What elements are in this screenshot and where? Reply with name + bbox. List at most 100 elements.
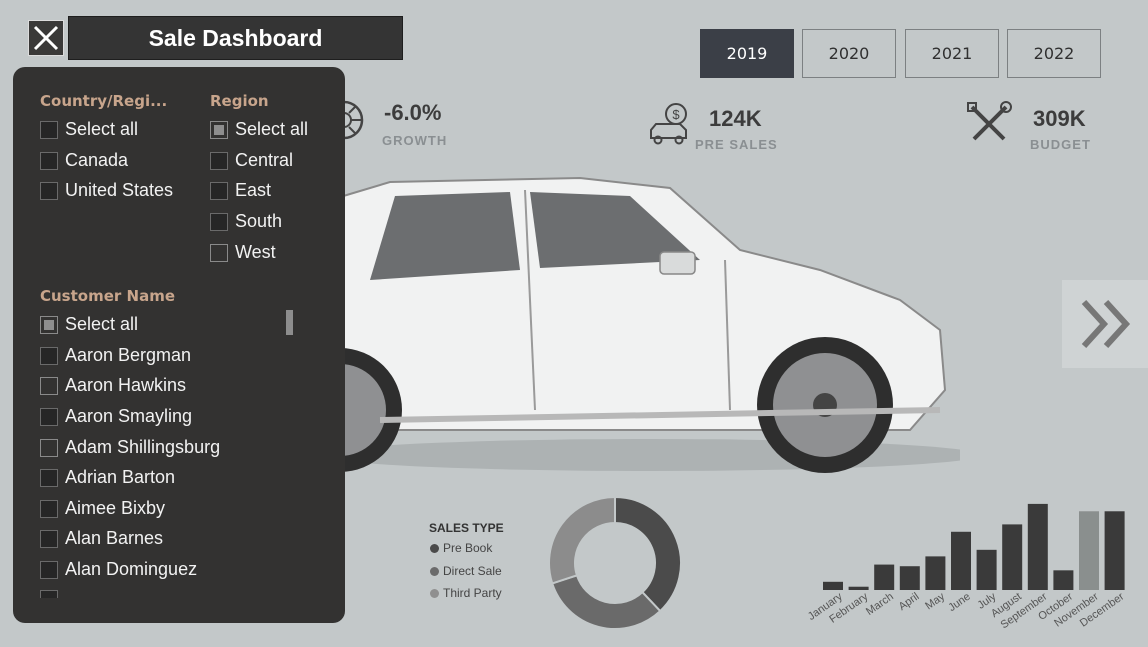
country-option-united-states[interactable]: United States	[40, 180, 173, 201]
bar-axis-label: March	[864, 591, 896, 618]
customer-option[interactable]: Alan Barnes	[40, 528, 163, 549]
monthly-sales-bar-chart: JanuaryFebruaryMarch April May June JulyAugu…	[806, 503, 1127, 631]
bar-december[interactable]	[1104, 511, 1125, 590]
close-icon	[33, 25, 59, 51]
checkbox[interactable]	[40, 438, 58, 457]
checkbox[interactable]	[40, 407, 58, 426]
bar-axis-label: June	[946, 591, 972, 615]
bar-july[interactable]	[976, 549, 997, 590]
option-label: United States	[65, 180, 174, 200]
customer-option[interactable]: Aaron Hawkins	[40, 375, 186, 396]
checkbox[interactable]	[210, 243, 228, 262]
option-label: Select all	[65, 314, 139, 334]
legend-label: Third Party	[443, 586, 502, 600]
year-button-2021[interactable]: 2021	[905, 29, 999, 78]
year-button-2019[interactable]: 2019	[700, 29, 794, 78]
option-label: Select all	[65, 119, 139, 139]
option-label: Central	[235, 150, 294, 170]
country-option-select-all[interactable]: Select all	[40, 119, 138, 140]
option-label: Alan Dominguez	[65, 559, 198, 579]
customer-option[interactable]: Aimee Bixby	[40, 498, 165, 519]
region-filter-title: Region	[210, 92, 269, 110]
customer-option-select-all[interactable]: Select all	[40, 314, 138, 335]
sales-type-title: SALES TYPE	[429, 521, 504, 535]
checkbox[interactable]	[40, 468, 58, 487]
donut-slice-direct-sale[interactable]	[550, 574, 662, 630]
country-filter-title: Country/Regi...	[40, 92, 168, 110]
bar-june[interactable]	[951, 531, 971, 590]
option-label: Adrian Barton	[65, 467, 176, 487]
region-option-west[interactable]: West	[210, 242, 276, 263]
bar-march[interactable]	[874, 564, 895, 590]
double-chevron-right-icon	[1081, 299, 1131, 349]
checkbox[interactable]	[40, 529, 58, 548]
customer-option[interactable]: Adam Shillingsburg	[40, 437, 220, 458]
kpi-budget-value: 309K	[1033, 106, 1086, 131]
kpi-pre-sales-value: 124K	[709, 106, 762, 131]
country-option-canada[interactable]: Canada	[40, 150, 128, 171]
bar-september[interactable]	[1027, 503, 1048, 590]
checkbox[interactable]	[210, 181, 228, 200]
customer-filter-title: Customer Name	[40, 287, 175, 305]
customer-list-scrollbar[interactable]	[286, 310, 293, 335]
checkbox[interactable]	[40, 560, 58, 579]
bar-january[interactable]	[823, 581, 843, 590]
customer-option[interactable]: Aaron Smayling	[40, 406, 192, 427]
legend-dot	[430, 588, 439, 598]
legend-dot	[430, 566, 439, 576]
option-label: Aaron Smayling	[65, 406, 193, 426]
region-option-east[interactable]: East	[210, 180, 271, 201]
page-title: Sale Dashboard	[68, 16, 403, 60]
checkbox[interactable]	[210, 120, 228, 139]
year-button-2022[interactable]: 2022	[1007, 29, 1101, 78]
list-clipped-row	[40, 590, 200, 598]
bar-axis-label: April	[897, 591, 922, 613]
customer-option[interactable]: Aaron Bergman	[40, 345, 191, 366]
bar-may[interactable]	[925, 556, 946, 590]
legend-item-third-party[interactable]: Third Party	[430, 586, 502, 600]
region-option-select-all[interactable]: Select all	[210, 119, 308, 140]
checkbox[interactable]	[40, 181, 58, 200]
donut-slice-pre-book[interactable]	[614, 495, 682, 613]
bar-october[interactable]	[1053, 570, 1074, 590]
checkbox	[40, 590, 58, 598]
bar-november[interactable]	[1079, 511, 1099, 590]
car-dollar-icon: $	[650, 103, 687, 145]
checkbox[interactable]	[40, 346, 58, 365]
checkbox[interactable]	[210, 151, 228, 170]
kpi-pre-sales-label: PRE SALES	[695, 137, 778, 152]
option-label: Adam Shillingsburg	[65, 437, 221, 457]
customer-option[interactable]: Alan Dominguez	[40, 559, 197, 580]
option-label: South	[235, 211, 283, 231]
year-button-2020[interactable]: 2020	[802, 29, 896, 78]
bar-april[interactable]	[899, 566, 920, 590]
option-label: Aaron Hawkins	[65, 375, 187, 395]
car-image	[300, 176, 960, 473]
sales-type-donut-chart	[548, 495, 682, 630]
checkbox[interactable]	[40, 376, 58, 395]
option-label: Alan Barnes	[65, 528, 164, 548]
checkbox[interactable]	[210, 212, 228, 231]
legend-dot	[430, 543, 439, 553]
next-page-button[interactable]	[1062, 280, 1148, 368]
bar-february[interactable]	[848, 586, 869, 590]
option-label: West	[235, 242, 276, 262]
legend-label: Direct Sale	[443, 564, 502, 578]
customer-option[interactable]: Adrian Barton	[40, 467, 175, 488]
close-button[interactable]	[28, 20, 64, 56]
option-label: Aimee Bixby	[65, 498, 166, 518]
legend-item-pre-book[interactable]: Pre Book	[430, 541, 492, 555]
legend-item-direct-sale[interactable]: Direct Sale	[430, 564, 502, 578]
svg-text:$: $	[672, 107, 680, 122]
donut-slice-third-party[interactable]	[548, 495, 616, 585]
option-label: Select all	[235, 119, 309, 139]
region-option-central[interactable]: Central	[210, 150, 293, 171]
option-label: East	[235, 180, 272, 200]
bar-august[interactable]	[1002, 524, 1023, 590]
region-option-south[interactable]: South	[210, 211, 282, 232]
option-label: Aaron Bergman	[65, 345, 192, 365]
checkbox[interactable]	[40, 151, 58, 170]
checkbox[interactable]	[40, 499, 58, 518]
checkbox[interactable]	[40, 120, 58, 139]
checkbox[interactable]	[40, 315, 58, 334]
